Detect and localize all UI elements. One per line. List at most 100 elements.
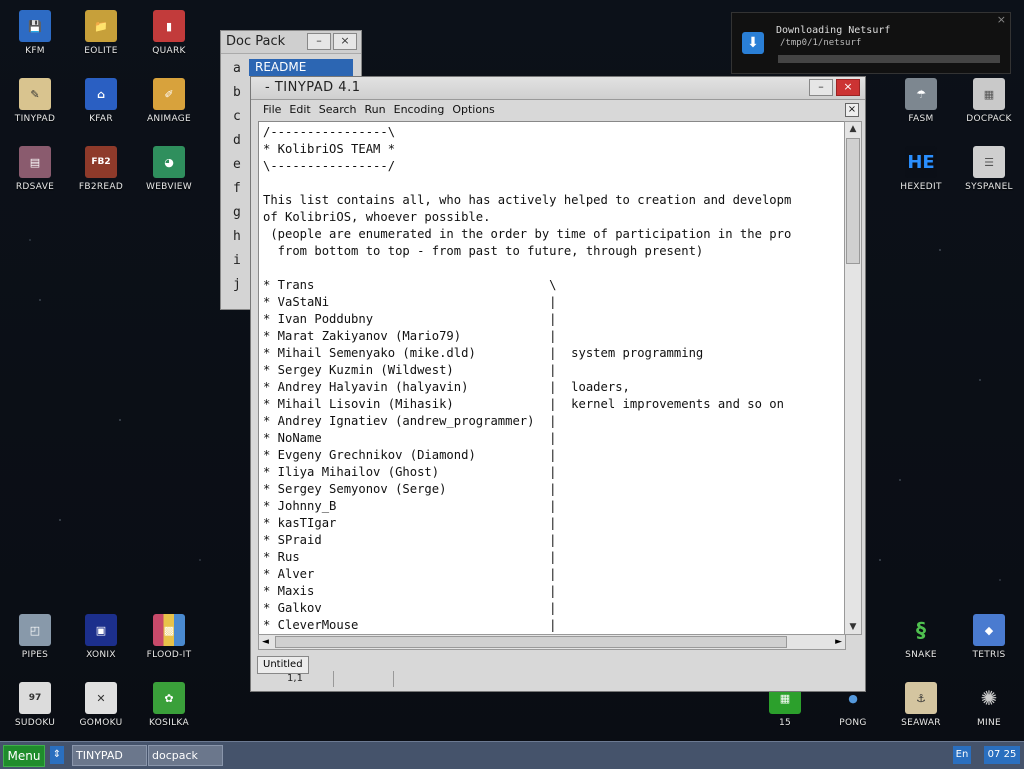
vertical-scroll-thumb[interactable] bbox=[846, 138, 860, 264]
desktop-icon-gomoku[interactable]: ✕ GOMOKU bbox=[67, 682, 135, 728]
pipes-icon: ◰ bbox=[19, 614, 51, 646]
cabinet-icon: ▦ bbox=[973, 78, 1005, 110]
paint-icon: ✐ bbox=[153, 78, 185, 110]
desktop-icon-eolite[interactable]: 📁 EOLITE bbox=[67, 10, 135, 56]
scroll-down-icon[interactable]: ▼ bbox=[845, 620, 861, 634]
tinypad-window[interactable]: - TINYPAD 4.1 – × File Edit Search Run Encod… bbox=[250, 76, 866, 692]
snake-icon: § bbox=[916, 618, 926, 642]
desktop-icon-snake[interactable]: § SNAKE bbox=[887, 614, 955, 660]
desktop-icon-pipes[interactable]: ◰ PIPES bbox=[1, 614, 69, 660]
desktop-icon-mine[interactable]: ✺ MINE bbox=[955, 682, 1023, 728]
tinypad-close-button[interactable]: × bbox=[836, 79, 860, 96]
docpack-letter[interactable]: h bbox=[233, 229, 241, 253]
docpack-letter[interactable]: b bbox=[233, 85, 241, 109]
docpack-letter[interactable]: c bbox=[233, 109, 241, 133]
desktop-icon-kosilka[interactable]: ✿ KOSILKA bbox=[135, 682, 203, 728]
docpack-titlebar[interactable]: Doc Pack – × bbox=[221, 31, 361, 54]
floppy-icon: 💾 bbox=[19, 10, 51, 42]
download-arrow-icon: ⬇ bbox=[742, 32, 764, 54]
start-menu-button[interactable]: Menu bbox=[3, 745, 45, 767]
menu-options[interactable]: Options bbox=[448, 100, 498, 120]
tinypad-minimize-button[interactable]: – bbox=[809, 79, 833, 96]
menu-run[interactable]: Run bbox=[361, 100, 390, 120]
status-cell-2 bbox=[333, 671, 394, 687]
notification-title: Downloading Netsurf bbox=[776, 25, 891, 36]
task-tinypad[interactable]: TINYPAD bbox=[72, 745, 147, 766]
desktop-icon-kfar[interactable]: ⌂ KFAR bbox=[67, 78, 135, 124]
desktop-icon-fb2read[interactable]: FB2 FB2READ bbox=[67, 146, 135, 192]
close-tab-icon[interactable]: × bbox=[845, 103, 859, 117]
sudoku-icon: 97 bbox=[19, 682, 51, 714]
file-manager-icon: ⌂ bbox=[85, 78, 117, 110]
desktop-icon-tinypad[interactable]: ✎ TINYPAD bbox=[1, 78, 69, 124]
download-progress-bar bbox=[778, 55, 1000, 63]
desktop-icon-fasm[interactable]: ☂ FASM bbox=[887, 78, 955, 124]
download-notification[interactable]: ⬇ Downloading Netsurf /tmp0/1/netsurf × bbox=[731, 12, 1011, 74]
desktop-icon-flood-it[interactable]: ▩ FLOOD-IT bbox=[135, 614, 203, 660]
desktop-icon-docpack[interactable]: ▦ DOCPACK bbox=[955, 78, 1023, 124]
menu-encoding[interactable]: Encoding bbox=[390, 100, 449, 120]
desktop-icon-animage[interactable]: ✐ ANIMAGE bbox=[135, 78, 203, 124]
notepad-icon: ✎ bbox=[19, 78, 51, 110]
ramdisk-save-icon: ▤ bbox=[19, 146, 51, 178]
taskbar: Menu ⇕ TINYPAD docpack En 07 25 bbox=[0, 741, 1024, 769]
window-switch-icon[interactable]: ⇕ bbox=[50, 746, 64, 764]
docpack-close-button[interactable]: × bbox=[333, 33, 357, 50]
notebook-icon: ▮ bbox=[153, 10, 185, 42]
docpack-letter-list: a b c d e f g h i j bbox=[233, 61, 241, 301]
mine-icon: ✺ bbox=[980, 686, 998, 710]
scroll-left-icon[interactable]: ◄ bbox=[262, 635, 269, 649]
desktop-icon-xonix[interactable]: ▣ XONIX bbox=[67, 614, 135, 660]
flood-grid-icon: ▩ bbox=[153, 614, 185, 646]
menu-edit[interactable]: Edit bbox=[285, 100, 314, 120]
desktop-icon-rdsave[interactable]: ▤ RDSAVE bbox=[1, 146, 69, 192]
scroll-right-icon[interactable]: ► bbox=[835, 635, 842, 649]
status-bar: 1,1 bbox=[257, 671, 857, 687]
xonix-icon: ▣ bbox=[85, 614, 117, 646]
horizontal-scrollbar[interactable]: ◄ ► bbox=[258, 634, 846, 650]
clock: 07 25 bbox=[984, 746, 1020, 764]
menu-file[interactable]: File bbox=[259, 100, 285, 120]
tinypad-title: - TINYPAD 4.1 bbox=[265, 80, 361, 95]
horizontal-scroll-thumb[interactable] bbox=[275, 636, 787, 648]
tinypad-menubar: File Edit Search Run Encoding Options × bbox=[251, 100, 865, 120]
desktop-icon-kfm[interactable]: 💾 KFM bbox=[1, 10, 69, 56]
docpack-letter[interactable]: j bbox=[233, 277, 241, 301]
tetris-icon: ◆ bbox=[973, 614, 1005, 646]
assembler-icon: ☂ bbox=[905, 78, 937, 110]
cursor-position: 1,1 bbox=[257, 671, 334, 687]
menu-search[interactable]: Search bbox=[315, 100, 361, 120]
docpack-minimize-button[interactable]: – bbox=[307, 33, 331, 50]
desktop-icon-webview[interactable]: ◕ WEBVIEW bbox=[135, 146, 203, 192]
ship-icon: ⚓ bbox=[905, 682, 937, 714]
language-indicator[interactable]: En bbox=[953, 746, 971, 764]
globe-icon: ◕ bbox=[153, 146, 185, 178]
docpack-letter[interactable]: i bbox=[233, 253, 241, 277]
folder-icon: 📁 bbox=[85, 10, 117, 42]
desktop-icon-hexedit[interactable]: HE HEXEDIT bbox=[887, 146, 955, 192]
editor-content: /----------------\ * KolibriOS TEAM * \-… bbox=[263, 125, 792, 632]
gomoku-icon: ✕ bbox=[85, 682, 117, 714]
desktop-icon-tetris[interactable]: ◆ TETRIS bbox=[955, 614, 1023, 660]
docpack-letter[interactable]: e bbox=[233, 157, 241, 181]
notification-path: /tmp0/1/netsurf bbox=[780, 38, 862, 48]
notification-close-icon[interactable]: × bbox=[997, 13, 1006, 26]
scroll-up-icon[interactable]: ▲ bbox=[845, 122, 861, 136]
desktop-icon-sudoku[interactable]: 97 SUDOKU bbox=[1, 682, 69, 728]
desktop-icon-quark[interactable]: ▮ QUARK bbox=[135, 10, 203, 56]
docpack-title: Doc Pack bbox=[226, 34, 286, 49]
vertical-scrollbar[interactable]: ▲ ▼ bbox=[844, 121, 862, 635]
desktop-icon-syspanel[interactable]: ☰ SYSPANEL bbox=[955, 146, 1023, 192]
sliders-icon: ☰ bbox=[973, 146, 1005, 178]
docpack-letter[interactable]: f bbox=[233, 181, 241, 205]
document-tabs: Untitled bbox=[257, 652, 857, 674]
text-editor-area[interactable]: /----------------\ * KolibriOS TEAM * \-… bbox=[258, 121, 846, 635]
docpack-item-readme[interactable]: README bbox=[249, 59, 353, 76]
desktop-icon-seawar[interactable]: ⚓ SEAWAR bbox=[887, 682, 955, 728]
docpack-letter[interactable]: a bbox=[233, 61, 241, 85]
book-icon: FB2 bbox=[85, 146, 117, 178]
docpack-letter[interactable]: d bbox=[233, 133, 241, 157]
docpack-letter[interactable]: g bbox=[233, 205, 241, 229]
task-docpack[interactable]: docpack bbox=[148, 745, 223, 766]
tinypad-titlebar[interactable]: - TINYPAD 4.1 – × bbox=[251, 77, 865, 100]
